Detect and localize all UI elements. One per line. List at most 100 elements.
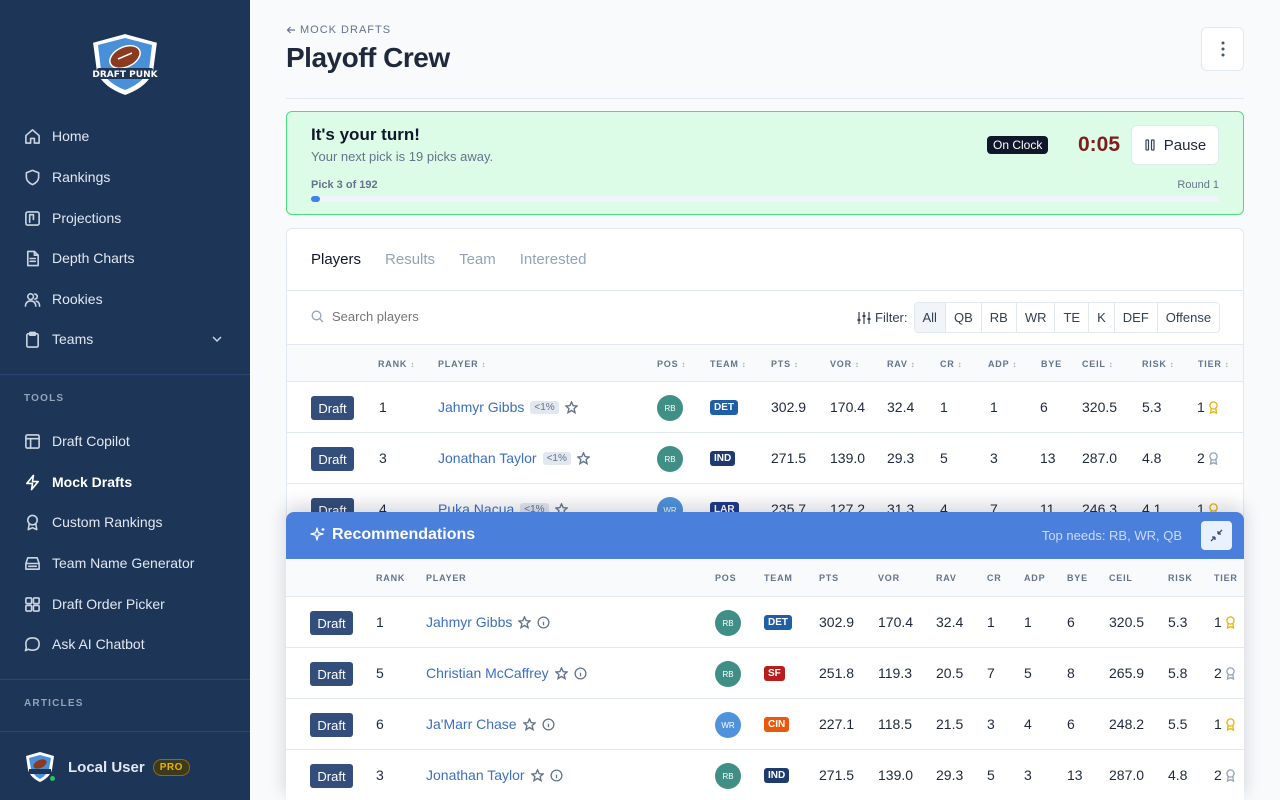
more-options-button[interactable] <box>1201 27 1244 71</box>
column-label: POS <box>657 359 679 369</box>
tab-players[interactable]: Players <box>311 229 362 291</box>
sidebar-item-team-name-generator[interactable]: Team Name Generator <box>24 551 194 575</box>
rank-cell: 6 <box>376 716 384 732</box>
pts-cell: 271.5 <box>819 767 855 783</box>
column-header-ceil[interactable]: CEIL ↕ <box>1082 359 1114 369</box>
tier-award-icon <box>1226 666 1235 680</box>
sidebar-item-mock-drafts[interactable]: Mock Drafts <box>24 470 132 494</box>
star-icon[interactable] <box>518 615 532 629</box>
draft-button[interactable]: Draft <box>310 662 353 686</box>
sidebar-item-custom-rankings[interactable]: Custom Rankings <box>24 510 163 534</box>
info-icon[interactable] <box>550 768 563 782</box>
player-name[interactable]: Ja'Marr Chase <box>426 716 517 732</box>
draft-button[interactable]: Draft <box>310 713 353 737</box>
tier-cell: 2 <box>1214 665 1236 681</box>
star-icon[interactable] <box>576 451 590 465</box>
sidebar-item-teams[interactable]: Teams <box>24 327 93 351</box>
column-header-adp[interactable]: ADP ↕ <box>988 359 1017 369</box>
rank-cell: 3 <box>376 767 384 783</box>
sidebar-item-depth-charts[interactable]: Depth Charts <box>24 246 134 270</box>
column-header-risk[interactable]: RISK ↕ <box>1142 359 1175 369</box>
player-name[interactable]: Jahmyr Gibbs <box>426 614 512 630</box>
card-icon <box>25 556 40 570</box>
draft-button[interactable]: Draft <box>311 396 354 420</box>
column-header-vor[interactable]: VOR ↕ <box>830 359 860 369</box>
column-header-pos: POS <box>715 573 736 583</box>
bye-cell: 8 <box>1067 665 1075 681</box>
column-header-pos[interactable]: POS ↕ <box>657 359 686 369</box>
rav-cell: 32.4 <box>936 614 964 630</box>
sidebar-item-draft-copilot[interactable]: Draft Copilot <box>24 429 130 453</box>
player-name[interactable]: Christian McCaffrey <box>426 665 549 681</box>
player-name-link[interactable]: Jonathan Taylor <1% <box>438 450 590 466</box>
sidebar-item-label: Teams <box>52 331 94 347</box>
filter-te[interactable]: TE <box>1055 303 1090 332</box>
tier-cell: 2 <box>1214 767 1236 783</box>
info-icon[interactable] <box>574 666 587 680</box>
filter-def[interactable]: DEF <box>1114 303 1158 332</box>
breadcrumb-link[interactable]: MOCK DRAFTS <box>300 24 391 36</box>
sidebar-item-draft-order-picker[interactable]: Draft Order Picker <box>24 592 165 616</box>
chevron-down-icon[interactable] <box>212 334 222 344</box>
tab-team[interactable]: Team <box>459 229 496 291</box>
adp-cell: 3 <box>990 450 998 466</box>
player-name[interactable]: Jonathan Taylor <box>426 767 525 783</box>
filter-qb[interactable]: QB <box>945 303 982 332</box>
column-header-team[interactable]: TEAM ↕ <box>710 359 747 369</box>
column-header-tier[interactable]: TIER ↕ <box>1198 359 1230 369</box>
column-header-rank[interactable]: RANK ↕ <box>378 359 415 369</box>
player-name-link[interactable]: Jonathan Taylor <box>426 767 563 783</box>
tab-results[interactable]: Results <box>385 229 435 291</box>
filter-k[interactable]: K <box>1089 303 1115 332</box>
star-icon[interactable] <box>564 400 578 414</box>
sidebar-item-rankings[interactable]: Rankings <box>24 165 110 189</box>
recommendations-header[interactable]: Recommendations Top needs: RB, WR, QB <box>286 512 1244 559</box>
rav-cell: 29.3 <box>887 450 915 466</box>
filter-wr[interactable]: WR <box>1016 303 1056 332</box>
sidebar-item-ask-ai-chatbot[interactable]: Ask AI Chatbot <box>24 632 145 656</box>
filter-offense[interactable]: Offense <box>1157 303 1220 332</box>
draft-button[interactable]: Draft <box>310 764 353 788</box>
filter-rb[interactable]: RB <box>981 303 1017 332</box>
sidebar-item-projections[interactable]: Projections <box>24 206 121 230</box>
cr-cell: 7 <box>987 665 995 681</box>
player-search[interactable] <box>311 309 532 324</box>
tab-interested[interactable]: Interested <box>520 229 587 291</box>
adp-cell: 1 <box>1024 614 1032 630</box>
info-icon[interactable] <box>542 717 555 731</box>
sidebar-item-home[interactable]: Home <box>24 124 89 148</box>
collapse-recommendations-button[interactable] <box>1201 521 1232 550</box>
column-header-cr[interactable]: CR ↕ <box>940 359 962 369</box>
player-name-link[interactable]: Christian McCaffrey <box>426 665 587 681</box>
column-label: ADP <box>1024 573 1046 583</box>
search-input[interactable] <box>332 309 532 324</box>
player-name-link[interactable]: Ja'Marr Chase <box>426 716 555 732</box>
ceil-cell: 320.5 <box>1082 399 1118 415</box>
breadcrumb[interactable]: MOCK DRAFTS <box>286 24 391 36</box>
player-name-link[interactable]: Jahmyr Gibbs <box>426 614 550 630</box>
star-icon[interactable] <box>522 717 536 731</box>
info-icon[interactable] <box>537 615 550 629</box>
column-header-rav[interactable]: RAV ↕ <box>887 359 916 369</box>
star-icon[interactable] <box>530 768 544 782</box>
draft-button[interactable]: Draft <box>311 447 354 471</box>
recommendations-title: Recommendations <box>332 526 476 543</box>
player-name[interactable]: Jahmyr Gibbs <box>438 399 524 415</box>
team-badge: CIN <box>764 717 790 732</box>
draft-button[interactable]: Draft <box>310 611 353 635</box>
tier-value: 1 <box>1197 399 1205 415</box>
draft-punk-logo[interactable]: DRAFT PUNK <box>88 30 162 98</box>
cr-cell: 5 <box>940 450 948 466</box>
player-name[interactable]: Jonathan Taylor <box>438 450 537 466</box>
star-icon[interactable] <box>554 666 568 680</box>
player-name-link[interactable]: Jahmyr Gibbs <1% <box>438 399 578 415</box>
chat-icon <box>24 636 40 651</box>
column-header-pts[interactable]: PTS ↕ <box>771 359 799 369</box>
column-header-player[interactable]: PLAYER ↕ <box>438 359 486 369</box>
filter-all[interactable]: All <box>914 303 946 332</box>
vor-cell: 170.4 <box>878 614 914 630</box>
pause-button[interactable]: Pause <box>1131 125 1219 165</box>
sidebar-item-rookies[interactable]: Rookies <box>24 287 103 311</box>
user-profile[interactable]: Local User PRO <box>24 751 190 783</box>
vor-cell: 139.0 <box>830 450 866 466</box>
